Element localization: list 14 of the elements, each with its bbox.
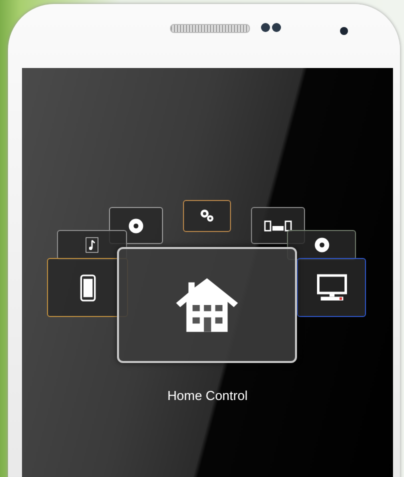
house-icon [174,276,240,334]
camera-lens [340,27,348,35]
music-note-icon [84,237,100,253]
speakers-icon [264,220,292,232]
app-card[interactable] [183,200,231,232]
gears-icon [199,208,215,224]
sensor-dot [261,23,270,32]
phone-icon [80,272,96,302]
selected-item-caption: Home Control [166,388,249,403]
sensor-dot [272,23,281,32]
disc-icon [128,218,144,234]
disc-icon [314,237,330,253]
monitor-icon [316,274,346,302]
app-card[interactable] [297,258,366,317]
